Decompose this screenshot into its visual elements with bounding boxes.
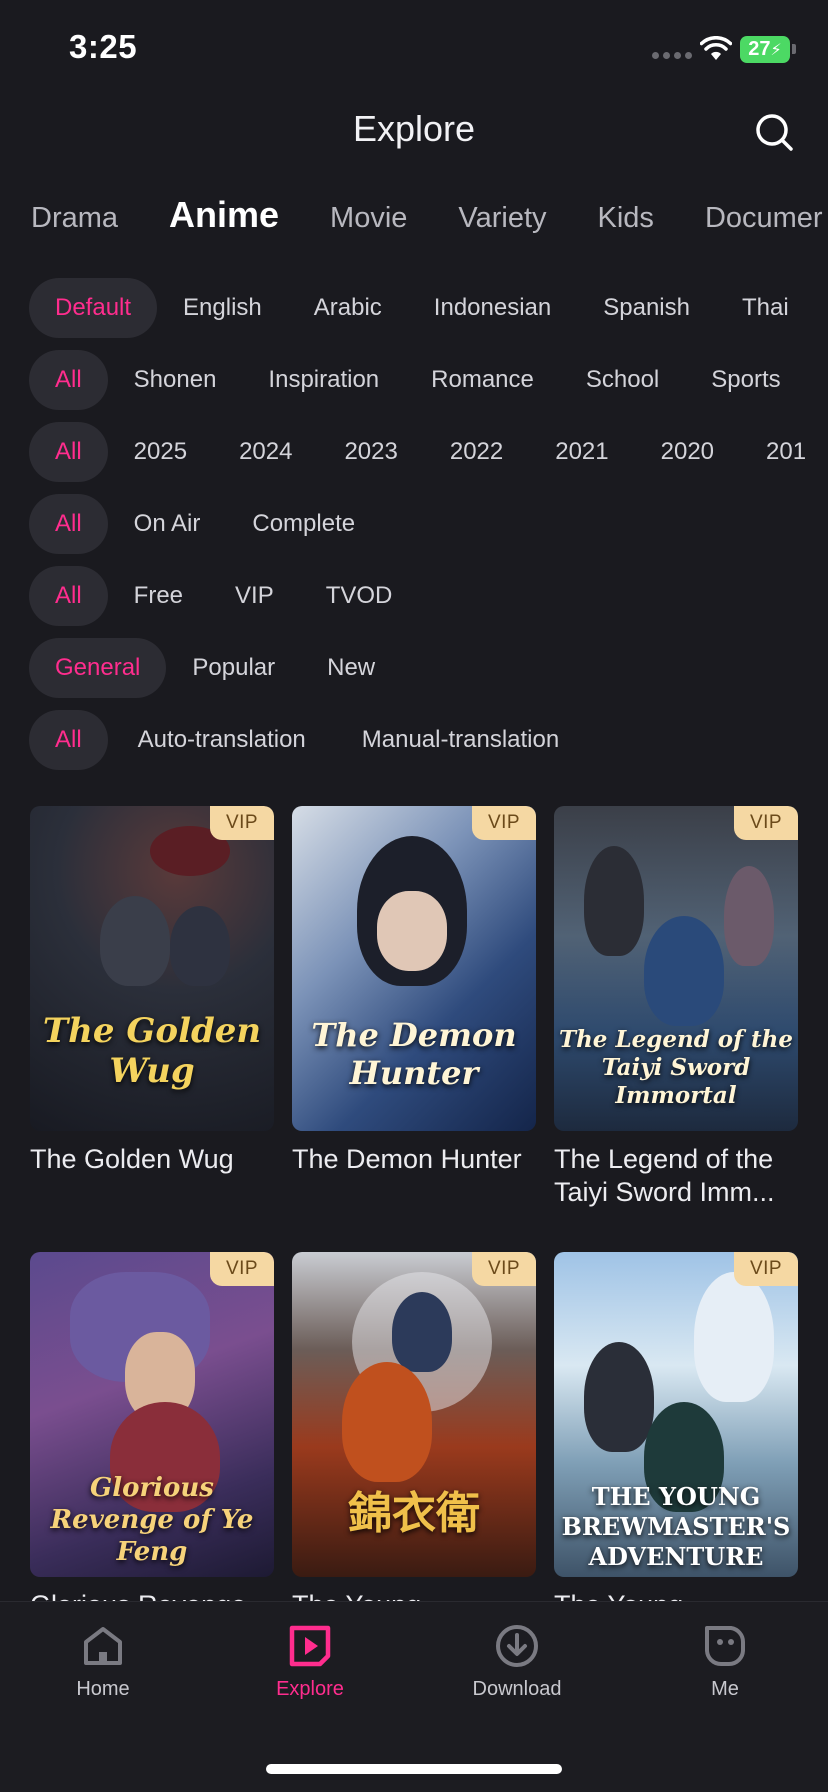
- poster-image[interactable]: THE YOUNG BREWMASTER'S ADVENTURE VIP: [554, 1252, 798, 1577]
- chip-payment-tvod[interactable]: TVOD: [300, 566, 419, 626]
- chip-genre-all[interactable]: All: [29, 350, 108, 410]
- nav-me-label: Me: [711, 1678, 739, 1700]
- chip-payment-free[interactable]: Free: [108, 566, 209, 626]
- category-tabs: Drama Anime Movie Variety Kids Documer: [31, 190, 828, 250]
- nav-home[interactable]: Home: [33, 1622, 173, 1701]
- card-title[interactable]: The Demon Hunter: [292, 1143, 536, 1176]
- nav-home-label: Home: [76, 1678, 130, 1700]
- status-filter-row: All On Air Complete: [29, 494, 828, 554]
- translation-filter-row: All Auto-translation Manual-translation: [29, 710, 828, 770]
- search-icon[interactable]: [752, 110, 796, 154]
- nav-download[interactable]: Download: [447, 1622, 587, 1701]
- chip-translation-all[interactable]: All: [29, 710, 108, 770]
- content-card[interactable]: The Demon Hunter VIP The Demon Hunter: [292, 806, 536, 1176]
- chip-language-arabic[interactable]: Arabic: [288, 278, 408, 338]
- poster-image[interactable]: The Demon Hunter VIP: [292, 806, 536, 1131]
- chip-translation-auto[interactable]: Auto-translation: [108, 710, 336, 770]
- language-filter-row: Default English Arabic Indonesian Spanis…: [29, 278, 828, 338]
- wifi-icon: [700, 36, 732, 60]
- poster-title-art: The Demon Hunter: [311, 1016, 517, 1092]
- chip-year-2024[interactable]: 2024: [213, 422, 318, 482]
- chip-language-english[interactable]: English: [157, 278, 288, 338]
- chip-sort-new[interactable]: New: [301, 638, 401, 698]
- content-card[interactable]: Glorious Revenge of Ye Feng VIP Glorious…: [30, 1252, 274, 1622]
- sort-filter-row: General Popular New: [29, 638, 828, 698]
- cellular-signal-icon: [652, 52, 692, 59]
- battery-level: 27: [748, 38, 771, 60]
- poster-title-art: Glorious Revenge of Ye Feng: [50, 1473, 254, 1567]
- download-icon: [496, 1625, 538, 1667]
- tab-kids[interactable]: Kids: [598, 193, 654, 243]
- content-card[interactable]: 錦衣衛 VIP The Young: [292, 1252, 536, 1622]
- content-card[interactable]: THE YOUNG BREWMASTER'S ADVENTURE VIP The…: [554, 1252, 798, 1622]
- nav-explore[interactable]: Explore: [240, 1622, 380, 1701]
- explore-icon: [289, 1625, 331, 1667]
- content-card[interactable]: The Legend of the Taiyi Sword Immortal V…: [554, 806, 798, 1209]
- chip-year-2022[interactable]: 2022: [424, 422, 529, 482]
- nav-me[interactable]: Me: [655, 1622, 795, 1701]
- year-filter-row: All 2025 2024 2023 2022 2021 2020 201: [29, 422, 828, 482]
- chip-genre-school[interactable]: School: [560, 350, 685, 410]
- poster-image[interactable]: The Golden Wug VIP: [30, 806, 274, 1131]
- chip-language-indonesian[interactable]: Indonesian: [408, 278, 577, 338]
- chip-genre-romance[interactable]: Romance: [405, 350, 560, 410]
- chip-year-all[interactable]: All: [29, 422, 108, 482]
- poster-title-art: The Golden Wug: [42, 1011, 262, 1091]
- poster-title-art: THE YOUNG BREWMASTER'S ADVENTURE: [561, 1482, 791, 1571]
- vip-badge: VIP: [210, 806, 274, 840]
- battery-icon: 27 ⚡: [740, 36, 790, 63]
- chip-year-2023[interactable]: 2023: [318, 422, 423, 482]
- genre-filter-row: All Shonen Inspiration Romance School Sp…: [29, 350, 828, 410]
- chip-language-spanish[interactable]: Spanish: [577, 278, 716, 338]
- tab-anime[interactable]: Anime: [169, 190, 279, 240]
- chip-payment-all[interactable]: All: [29, 566, 108, 626]
- tab-drama[interactable]: Drama: [31, 193, 118, 243]
- poster-title-art: 錦衣衛: [348, 1488, 480, 1539]
- chip-year-2021[interactable]: 2021: [529, 422, 634, 482]
- nav-download-label: Download: [472, 1678, 562, 1700]
- tab-variety[interactable]: Variety: [458, 193, 546, 243]
- status-bar: 3:25 27 ⚡: [0, 0, 828, 100]
- chip-language-thai[interactable]: Thai: [716, 278, 815, 338]
- chip-year-2025[interactable]: 2025: [108, 422, 213, 482]
- content-card[interactable]: The Golden Wug VIP The Golden Wug: [30, 806, 274, 1176]
- chip-genre-sports[interactable]: Sports: [685, 350, 806, 410]
- tab-movie[interactable]: Movie: [330, 193, 407, 243]
- poster-title-art: The Legend of the Taiyi Sword Immortal: [558, 1026, 794, 1109]
- vip-badge: VIP: [210, 1252, 274, 1286]
- card-title[interactable]: The Legend of the Taiyi Sword Imm...: [554, 1143, 798, 1209]
- chip-status-complete[interactable]: Complete: [226, 494, 381, 554]
- vip-badge: VIP: [472, 806, 536, 840]
- chip-payment-vip[interactable]: VIP: [209, 566, 300, 626]
- nav-explore-label: Explore: [276, 1678, 344, 1700]
- chip-status-on-air[interactable]: On Air: [108, 494, 227, 554]
- chip-year-201x[interactable]: 201: [740, 422, 828, 482]
- chip-year-2020[interactable]: 2020: [635, 422, 740, 482]
- home-icon: [84, 1627, 122, 1665]
- chip-genre-shonen[interactable]: Shonen: [108, 350, 243, 410]
- profile-icon: [705, 1626, 746, 1666]
- status-time: 3:25: [69, 28, 138, 65]
- home-indicator: [266, 1764, 562, 1774]
- chip-status-all[interactable]: All: [29, 494, 108, 554]
- vip-badge: VIP: [734, 1252, 798, 1286]
- poster-image[interactable]: 錦衣衛 VIP: [292, 1252, 536, 1577]
- chip-sort-popular[interactable]: Popular: [166, 638, 301, 698]
- chip-language-default[interactable]: Default: [29, 278, 158, 338]
- vip-badge: VIP: [472, 1252, 536, 1286]
- poster-image[interactable]: Glorious Revenge of Ye Feng VIP: [30, 1252, 274, 1577]
- card-title[interactable]: The Golden Wug: [30, 1143, 274, 1176]
- payment-filter-row: All Free VIP TVOD: [29, 566, 828, 626]
- vip-badge: VIP: [734, 806, 798, 840]
- chip-translation-manual[interactable]: Manual-translation: [336, 710, 585, 770]
- chip-sort-general[interactable]: General: [29, 638, 167, 698]
- poster-image[interactable]: The Legend of the Taiyi Sword Immortal V…: [554, 806, 798, 1131]
- chip-genre-inspiration[interactable]: Inspiration: [242, 350, 405, 410]
- page-title: Explore: [352, 108, 476, 149]
- tab-documentary[interactable]: Documer: [705, 193, 823, 243]
